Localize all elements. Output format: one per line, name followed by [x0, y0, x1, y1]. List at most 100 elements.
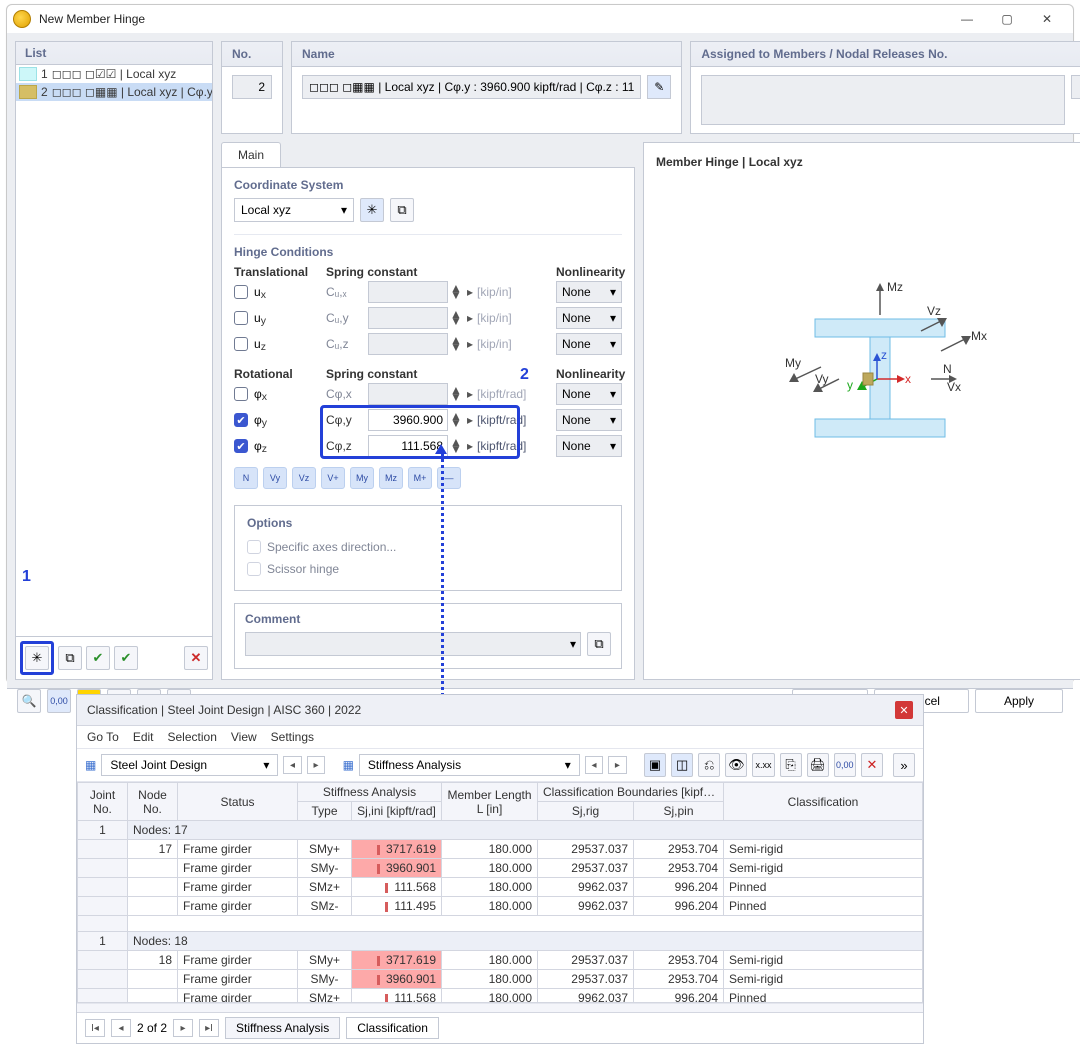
- horizontal-scrollbar[interactable]: [77, 1004, 923, 1012]
- hc-row-phiy: ✔φy Cφ,y 3960.900▲▼▸[kipft/rad] None▾: [234, 407, 622, 433]
- spring-phiy-input[interactable]: 3960.900: [368, 409, 448, 431]
- toolbar-e[interactable]: x.xx: [752, 753, 774, 777]
- main-panel: No. 2 Name ◻◻◻ ◻▦▦ | Local xyz | Cφ.y : …: [221, 41, 1080, 680]
- results-design-select[interactable]: Steel Joint Design▾: [101, 754, 278, 776]
- checkbox-ux[interactable]: [234, 285, 248, 299]
- col-class[interactable]: Classification: [724, 783, 923, 821]
- search-button[interactable]: 🔍: [17, 689, 41, 713]
- preset-vy[interactable]: Vy: [263, 467, 287, 489]
- preset-vplus[interactable]: V+: [321, 467, 345, 489]
- list-row-2[interactable]: 2 ◻◻◻ ◻▦▦ | Local xyz | Cφ.y : 3…: [16, 83, 212, 101]
- results-prev-an[interactable]: ◂: [585, 756, 603, 774]
- group-row[interactable]: 1Nodes: 17: [78, 821, 923, 840]
- next-page[interactable]: ▸: [173, 1019, 193, 1037]
- prev-page[interactable]: ◂: [111, 1019, 131, 1037]
- spinner-phiy[interactable]: ▲▼: [450, 413, 464, 427]
- nl-phiy[interactable]: None▾: [556, 409, 622, 431]
- svg-text:N: N: [943, 362, 952, 376]
- minimize-button[interactable]: —: [947, 5, 987, 33]
- preset-my[interactable]: My: [350, 467, 374, 489]
- data-row[interactable]: Frame girderSMy-3960.901180.00029537.037…: [78, 970, 923, 989]
- data-row[interactable]: Frame girderSMy-3960.901180.00029537.037…: [78, 859, 923, 878]
- delete-item-button[interactable]: ✕: [184, 646, 208, 670]
- menu-selection[interactable]: Selection: [168, 730, 217, 744]
- menu-goto[interactable]: Go To: [87, 730, 119, 744]
- last-page[interactable]: ▸I: [199, 1019, 219, 1037]
- checkbox-phiy[interactable]: ✔: [234, 413, 248, 427]
- toolbar-more[interactable]: »: [893, 753, 915, 777]
- nl-uz[interactable]: None▾: [556, 333, 622, 355]
- tab-stiffness[interactable]: Stiffness Analysis: [225, 1017, 340, 1039]
- comment-copy-button[interactable]: ⧉: [587, 632, 611, 656]
- close-button[interactable]: ✕: [1027, 5, 1067, 33]
- col-joint[interactable]: JointNo.: [78, 783, 128, 821]
- copy-item-button[interactable]: ⧉: [58, 646, 82, 670]
- col-cb[interactable]: Classification Boundaries [kipft/rad]: [538, 783, 724, 802]
- maximize-button[interactable]: ▢: [987, 5, 1027, 33]
- data-row[interactable]: Frame girderSMz+111.568180.0009962.03799…: [78, 989, 923, 1003]
- toolbar-b[interactable]: ◫: [671, 753, 693, 777]
- toolbar-i[interactable]: ✕: [861, 753, 883, 777]
- tab-main[interactable]: Main: [221, 142, 281, 167]
- menu-settings[interactable]: Settings: [271, 730, 314, 744]
- col-sa[interactable]: Stiffness Analysis: [298, 783, 442, 802]
- pick-member-button[interactable]: ↘: [1071, 75, 1080, 99]
- units-button[interactable]: 0,00: [47, 689, 71, 713]
- edit-name-button[interactable]: ✎: [647, 75, 671, 99]
- cs-copy-button[interactable]: ⧉: [390, 198, 414, 222]
- nl-uy[interactable]: None▾: [556, 307, 622, 329]
- menu-edit[interactable]: Edit: [133, 730, 154, 744]
- data-row[interactable]: Frame girderSMz-111.495180.0009962.03799…: [78, 897, 923, 916]
- checkbox-phiz[interactable]: ✔: [234, 439, 248, 453]
- col-status[interactable]: Status: [178, 783, 298, 821]
- toolbar-a[interactable]: ▣: [644, 753, 666, 777]
- results-close-button[interactable]: ✕: [895, 701, 913, 719]
- checkbox-phix[interactable]: [234, 387, 248, 401]
- checkbox-uz[interactable]: [234, 337, 248, 351]
- preset-vz[interactable]: Vz: [292, 467, 316, 489]
- preset-mz[interactable]: Mz: [379, 467, 403, 489]
- menu-view[interactable]: View: [231, 730, 257, 744]
- spinner-phiz[interactable]: ▲▼: [450, 439, 464, 453]
- apply-button[interactable]: Apply: [975, 689, 1063, 713]
- toolbar-c[interactable]: ⎌: [698, 753, 720, 777]
- new-item-button[interactable]: ✳: [25, 646, 49, 670]
- toolbar-f[interactable]: ⎘: [780, 753, 802, 777]
- list-row-1[interactable]: 1 ◻◻◻ ◻☑☑ | Local xyz: [16, 65, 212, 83]
- col-cb-p[interactable]: Sj,pin: [634, 802, 724, 821]
- nl-phix[interactable]: None▾: [556, 383, 622, 405]
- first-page[interactable]: I◂: [85, 1019, 105, 1037]
- results-analysis-select[interactable]: Stiffness Analysis▾: [359, 754, 580, 776]
- toolbar-h[interactable]: 0,00: [834, 753, 856, 777]
- results-next-design[interactable]: ▸: [307, 756, 325, 774]
- cs-new-button[interactable]: ✳: [360, 198, 384, 222]
- results-prev-design[interactable]: ◂: [283, 756, 301, 774]
- tab-classification[interactable]: Classification: [346, 1017, 439, 1039]
- data-row[interactable]: 18Frame girderSMy+3717.619180.00029537.0…: [78, 951, 923, 970]
- goto-phiy[interactable]: ▸: [467, 413, 473, 427]
- col-sa-type[interactable]: Type: [298, 802, 352, 821]
- group-row[interactable]: 1Nodes: 18: [78, 932, 923, 951]
- toolbar-g[interactable]: 🖨: [807, 753, 829, 777]
- preset-mplus[interactable]: M+: [408, 467, 432, 489]
- col-sa-s[interactable]: Sj,ini [kipft/rad]: [352, 802, 442, 821]
- col-cb-r[interactable]: Sj,rig: [538, 802, 634, 821]
- check-b-button[interactable]: ✔: [114, 646, 138, 670]
- results-table[interactable]: JointNo. NodeNo. Status Stiffness Analys…: [77, 782, 923, 1003]
- col-node[interactable]: NodeNo.: [128, 783, 178, 821]
- checkbox-uy[interactable]: [234, 311, 248, 325]
- data-row[interactable]: 17Frame girderSMy+3717.619180.00029537.0…: [78, 840, 923, 859]
- assign-input[interactable]: [701, 75, 1065, 125]
- data-row[interactable]: Frame girderSMz+111.568180.0009962.03799…: [78, 878, 923, 897]
- preset-reset[interactable]: —: [437, 467, 461, 489]
- toolbar-d[interactable]: 👁: [725, 753, 747, 777]
- nl-phiz[interactable]: None▾: [556, 435, 622, 457]
- comment-input[interactable]: ▾: [245, 632, 581, 656]
- nl-ux[interactable]: None▾: [556, 281, 622, 303]
- cs-select[interactable]: Local xyz▾: [234, 198, 354, 222]
- results-next-an[interactable]: ▸: [608, 756, 626, 774]
- check-a-button[interactable]: ✔: [86, 646, 110, 670]
- col-memberlen[interactable]: Member LengthL [in]: [442, 783, 538, 821]
- goto-phiz[interactable]: ▸: [467, 439, 473, 453]
- preset-n[interactable]: N: [234, 467, 258, 489]
